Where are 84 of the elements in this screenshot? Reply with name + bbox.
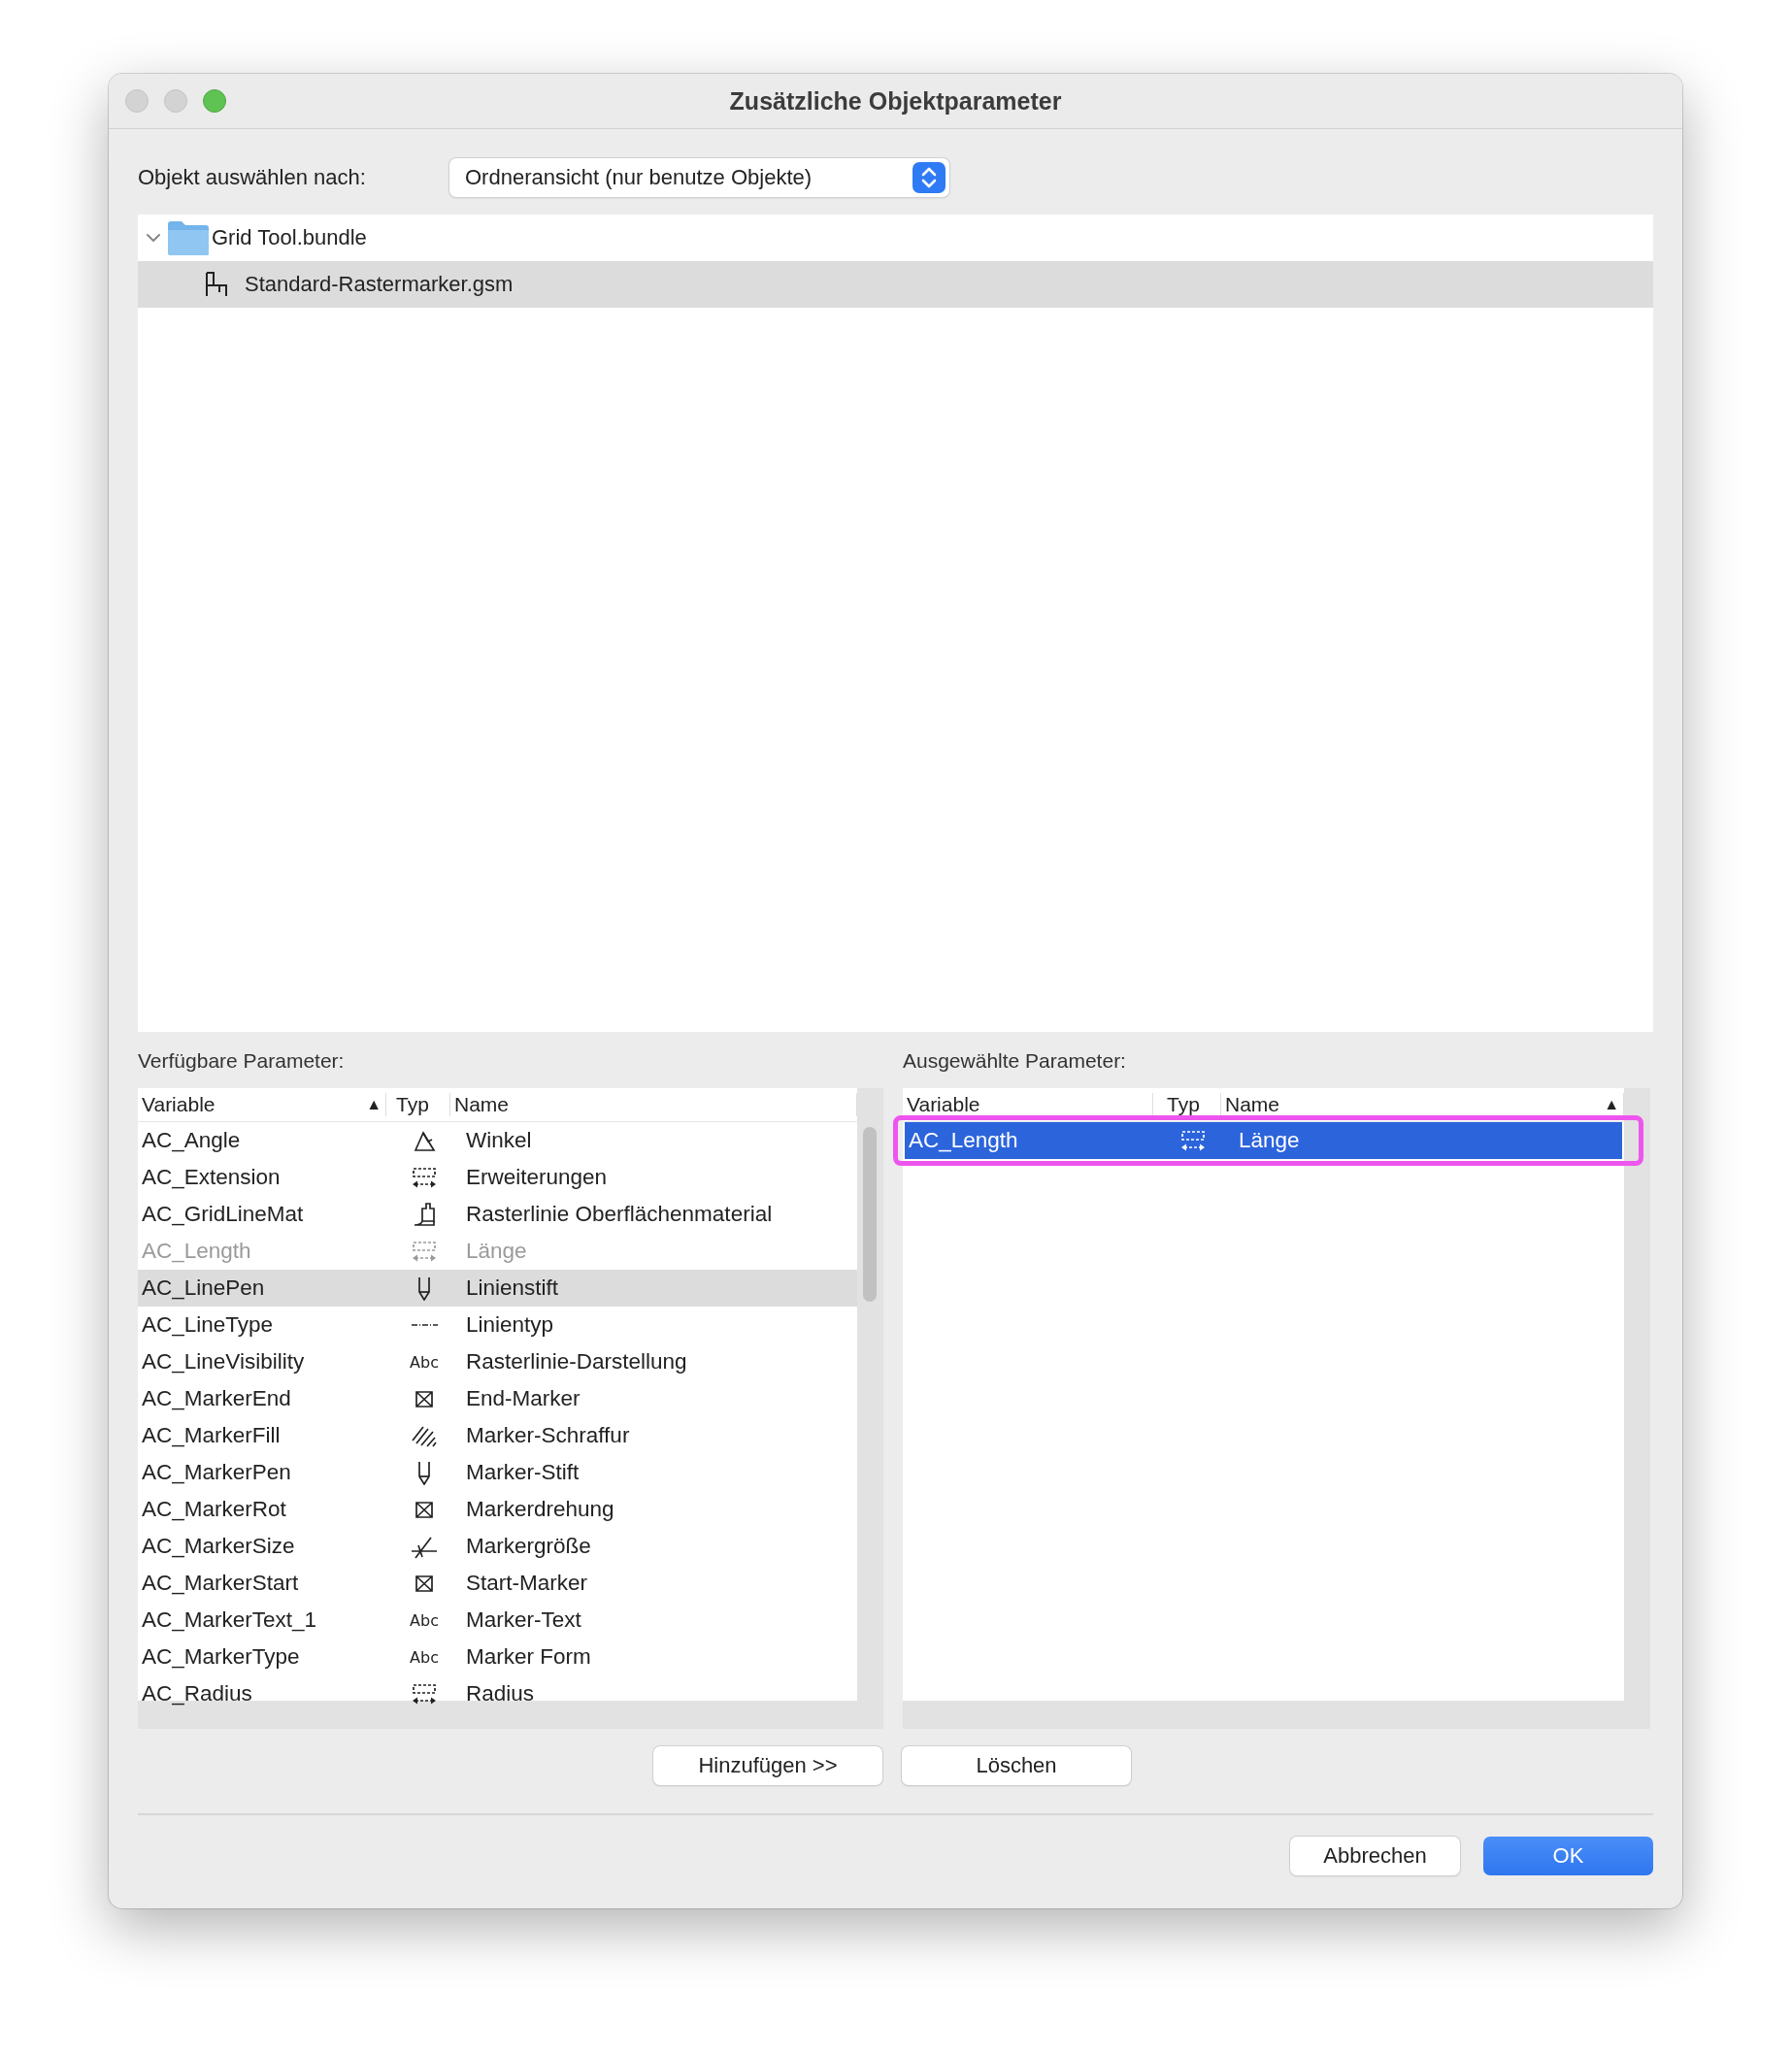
action-button[interactable]: Löschen xyxy=(902,1746,1131,1785)
column-header[interactable]: Name xyxy=(450,1093,857,1116)
parameter-row[interactable]: AC_MarkerText_1 Abc Marker-Text xyxy=(138,1602,857,1639)
variable-cell-text: AC_LineVisibility xyxy=(141,1348,306,1375)
parameter-row[interactable]: AC_GridLineMat Rasterlinie Oberflächenmaterial xyxy=(138,1196,857,1233)
name-cell-text: Linienstift xyxy=(465,1275,559,1302)
tree-item[interactable]: Grid Tool.bundle xyxy=(138,215,1653,261)
name-cell-text: Länge xyxy=(1238,1127,1300,1154)
variable-cell-text: AC_MarkerStart xyxy=(141,1570,300,1597)
action-button[interactable]: Hinzufügen >> xyxy=(653,1746,882,1785)
parameter-row[interactable]: AC_Angle Winkel xyxy=(138,1122,857,1159)
parameter-row[interactable]: AC_MarkerRot Markerdrehung xyxy=(138,1491,857,1528)
variable-cell-text: AC_Extension xyxy=(141,1164,282,1191)
selector-label: Objekt auswählen nach: xyxy=(138,165,367,190)
variable-cell-text: AC_MarkerFill xyxy=(141,1422,282,1449)
parameter-row[interactable]: AC_Radius Radius xyxy=(138,1675,857,1712)
folder-icon xyxy=(167,219,210,256)
parameter-row[interactable]: AC_MarkerPen Marker-Stift xyxy=(138,1454,857,1491)
parameter-row[interactable]: AC_MarkerSize Markergröße xyxy=(138,1528,857,1565)
parameter-row[interactable]: AC_Length Länge xyxy=(905,1122,1622,1159)
variable-cell-text: AC_MarkerRot xyxy=(141,1496,287,1523)
parameter-row[interactable]: AC_MarkerEnd End-Marker xyxy=(138,1380,857,1417)
dash-line-icon xyxy=(410,1323,439,1327)
window-title: Zusätzliche Objektparameter xyxy=(729,86,1062,116)
name-cell-text: Winkel xyxy=(465,1127,532,1154)
parameter-row[interactable]: AC_LinePen Linienstift xyxy=(138,1270,857,1307)
type-label: Abc xyxy=(410,1352,439,1372)
sort-arrow: ▲ xyxy=(1604,1096,1619,1113)
panel-title: Verfügbare Parameter: xyxy=(138,1049,346,1074)
variable-cell-text: AC_Length xyxy=(141,1238,252,1265)
name-cell-text: Linientyp xyxy=(465,1311,554,1339)
dimension-icon xyxy=(410,1239,439,1264)
name-cell-text: End-Marker xyxy=(465,1385,581,1412)
zoom-button[interactable] xyxy=(203,89,226,113)
parameter-row[interactable]: AC_MarkerFill Marker-Schraffur xyxy=(138,1417,857,1454)
dimension-icon xyxy=(410,1681,439,1706)
column-header[interactable]: Typ xyxy=(386,1093,450,1116)
parameter-row[interactable]: AC_LineVisibility Abc Rasterlinie-Darstellung xyxy=(138,1343,857,1380)
name-cell-text: Marker-Schraffur xyxy=(465,1422,630,1449)
chair-icon xyxy=(204,271,229,298)
variable-cell-text: AC_LinePen xyxy=(141,1275,266,1302)
variable-cell-text: AC_MarkerSize xyxy=(141,1533,296,1560)
column-header[interactable]: Variable ▲ xyxy=(138,1093,386,1116)
variable-cell-text: AC_MarkerEnd xyxy=(141,1385,292,1412)
parameter-row[interactable]: AC_Extension Erweiterungen xyxy=(138,1159,857,1196)
type-label: Abc xyxy=(410,1610,439,1630)
panel-title: Ausgewählte Parameter: xyxy=(903,1049,1127,1074)
column-header[interactable]: Variable xyxy=(903,1093,1153,1116)
tree-item[interactable]: Standard-Rastermarker.gsm xyxy=(138,261,1653,308)
minimize-button[interactable] xyxy=(164,89,187,113)
name-cell-text: Länge xyxy=(465,1238,527,1265)
variable-cell-text: AC_MarkerText_1 xyxy=(141,1607,318,1634)
name-cell-text: Rasterlinie-Darstellung xyxy=(465,1348,687,1375)
dimension-icon xyxy=(410,1165,439,1190)
variable-cell-text: AC_LineType xyxy=(141,1311,275,1339)
name-cell-text: Start-Marker xyxy=(465,1570,587,1597)
dialog-button[interactable]: OK xyxy=(1483,1837,1653,1875)
view-dropdown[interactable]: Ordneransicht (nur benutze Objekte) xyxy=(449,158,949,197)
scrollbar-thumb[interactable] xyxy=(863,1127,877,1302)
name-cell-text: Erweiterungen xyxy=(465,1164,608,1191)
name-cell-text: Marker-Text xyxy=(465,1607,581,1634)
column-header[interactable]: Typ xyxy=(1153,1093,1221,1116)
variable-cell-text: AC_Angle xyxy=(141,1127,242,1154)
name-cell-text: Radius xyxy=(465,1680,535,1707)
parameter-row[interactable]: AC_MarkerType Abc Marker Form xyxy=(138,1639,857,1675)
variable-cell-text: AC_Length xyxy=(908,1127,1019,1154)
variable-cell-text: AC_MarkerPen xyxy=(141,1459,292,1486)
parameter-row[interactable]: AC_LineType Linientyp xyxy=(138,1307,857,1343)
dialog-button[interactable]: Abbrechen xyxy=(1290,1837,1460,1875)
variable-cell-text: AC_GridLineMat xyxy=(141,1201,305,1228)
variable-cell-text: AC_MarkerType xyxy=(141,1643,301,1671)
close-button[interactable] xyxy=(125,89,149,113)
dropdown-arrows-icon xyxy=(913,162,946,193)
name-cell-text: Marker-Stift xyxy=(465,1459,580,1486)
variable-cell-text: AC_Radius xyxy=(141,1680,253,1707)
name-cell-text: Rasterlinie Oberflächenmaterial xyxy=(465,1201,773,1228)
sort-arrow: ▲ xyxy=(366,1096,382,1113)
type-label: Abc xyxy=(410,1647,439,1667)
name-cell-text: Marker Form xyxy=(465,1643,591,1671)
parameter-row[interactable]: AC_MarkerStart Start-Marker xyxy=(138,1565,857,1602)
dimension-icon xyxy=(1178,1128,1208,1153)
name-cell-text: Markerdrehung xyxy=(465,1496,614,1523)
name-cell-text: Markergröße xyxy=(465,1533,591,1560)
column-header[interactable]: Name ▲ xyxy=(1221,1093,1624,1116)
